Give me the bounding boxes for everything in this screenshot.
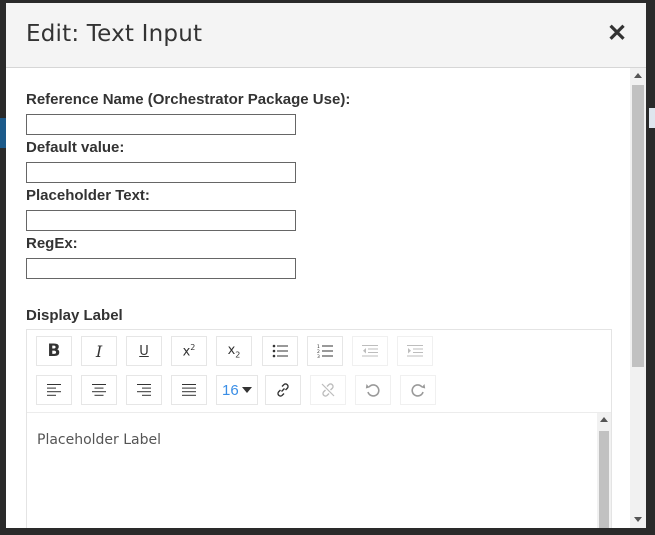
default-value-input[interactable] bbox=[26, 162, 296, 183]
underline-icon: U bbox=[139, 343, 149, 359]
indent-button[interactable] bbox=[397, 336, 433, 366]
underline-button[interactable]: U bbox=[126, 336, 162, 366]
bold-button[interactable]: B bbox=[36, 336, 72, 366]
redo-button[interactable] bbox=[400, 375, 436, 405]
scroll-down-icon[interactable] bbox=[634, 517, 642, 522]
link-button[interactable] bbox=[265, 375, 301, 405]
align-right-icon bbox=[137, 384, 151, 396]
close-icon[interactable]: ✕ bbox=[606, 22, 628, 46]
editor-scrollbar[interactable] bbox=[597, 413, 611, 528]
indent-icon bbox=[407, 345, 423, 357]
reference-name-label: Reference Name (Orchestrator Package Use… bbox=[26, 91, 351, 108]
undo-icon bbox=[365, 384, 380, 397]
unlink-button[interactable] bbox=[310, 375, 346, 405]
align-center-icon bbox=[92, 384, 106, 396]
dialog-header: Edit: Text Input ✕ bbox=[6, 3, 646, 68]
numbered-list-button[interactable]: 123 bbox=[307, 336, 343, 366]
subscript-button[interactable]: x2 bbox=[216, 336, 252, 366]
redo-icon bbox=[411, 384, 426, 397]
reference-name-input[interactable] bbox=[26, 114, 296, 135]
superscript-icon: x2 bbox=[182, 342, 196, 360]
italic-icon: I bbox=[95, 341, 103, 361]
regex-input[interactable] bbox=[26, 258, 296, 279]
superscript-button[interactable]: x2 bbox=[171, 336, 207, 366]
bold-icon: B bbox=[47, 341, 61, 361]
subscript-icon: x2 bbox=[227, 342, 241, 360]
scroll-up-icon[interactable] bbox=[634, 73, 642, 78]
justify-icon bbox=[182, 384, 196, 396]
outdent-icon bbox=[362, 345, 378, 357]
italic-button[interactable]: I bbox=[81, 336, 117, 366]
align-right-button[interactable] bbox=[126, 375, 162, 405]
undo-button[interactable] bbox=[355, 375, 391, 405]
link-icon bbox=[277, 383, 289, 397]
unlink-icon bbox=[321, 383, 335, 397]
justify-button[interactable] bbox=[171, 375, 207, 405]
edit-dialog: Edit: Text Input ✕ Reference Name (Orche… bbox=[6, 3, 646, 528]
editor-toolbar: B I U x2 x2 1 2 3 16 bbox=[27, 330, 611, 413]
editor-content-area[interactable]: Placeholder Label bbox=[27, 413, 593, 528]
align-left-icon bbox=[47, 384, 61, 396]
align-center-button[interactable] bbox=[81, 375, 117, 405]
outdent-button[interactable] bbox=[352, 336, 388, 366]
dialog-body: Reference Name (Orchestrator Package Use… bbox=[6, 68, 646, 528]
align-left-button[interactable] bbox=[36, 375, 72, 405]
chevron-down-icon bbox=[242, 387, 252, 393]
background-element bbox=[649, 108, 655, 128]
display-label-heading: Display Label bbox=[26, 307, 123, 324]
scroll-up-icon[interactable] bbox=[600, 417, 608, 422]
bullet-list-icon bbox=[272, 344, 288, 358]
default-value-label: Default value: bbox=[26, 139, 125, 156]
display-label-text: Placeholder Label bbox=[37, 432, 162, 448]
bullet-list-button[interactable] bbox=[262, 336, 298, 366]
placeholder-text-input[interactable] bbox=[26, 210, 296, 231]
dialog-title: Edit: Text Input bbox=[26, 21, 203, 47]
font-size-value: 16 bbox=[222, 382, 239, 399]
regex-label: RegEx: bbox=[26, 235, 78, 252]
dialog-scrollbar-thumb[interactable] bbox=[632, 85, 644, 367]
dialog-scrollbar[interactable] bbox=[630, 68, 646, 528]
rich-text-editor: B I U x2 x2 1 2 3 16 Placeholder Label bbox=[26, 329, 612, 528]
numbered-list-icon: 123 bbox=[317, 344, 333, 358]
placeholder-text-label: Placeholder Text: bbox=[26, 187, 150, 204]
svg-text:3: 3 bbox=[317, 354, 320, 358]
font-size-select[interactable]: 16 bbox=[216, 375, 258, 405]
editor-scrollbar-thumb[interactable] bbox=[599, 431, 609, 528]
